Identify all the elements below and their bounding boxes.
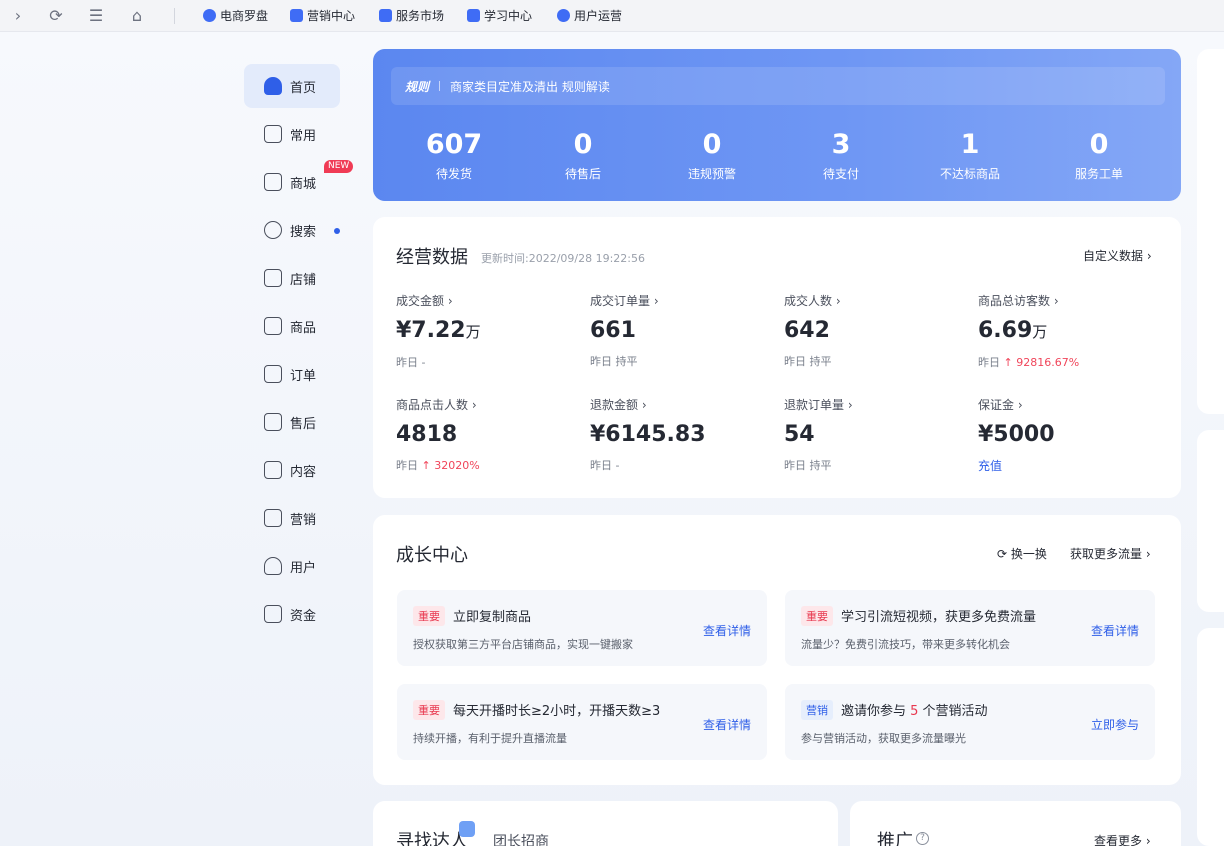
stat-pending-aftersale[interactable]: 0 待售后 xyxy=(518,127,648,182)
update-time: 更新时间:2022/09/28 19:22:56 xyxy=(481,252,646,265)
marketing-badge: 营销 xyxy=(801,700,833,720)
refresh-button[interactable]: ⟳ 换一换 xyxy=(997,545,1047,562)
stat-pending-shipment[interactable]: 607 待发货 xyxy=(389,127,519,182)
bag-icon xyxy=(264,317,282,335)
sidebar-item-order[interactable]: 订单 xyxy=(244,352,340,396)
promotion-card: 推广 ? 查看更多 › xyxy=(850,801,1181,846)
view-details-button[interactable]: 查看详情 xyxy=(703,716,751,733)
top-nav-bar: › ⟳ ☰ ⌂ 电商罗盘 营销中心 服务市场 学习中心 用户运营 xyxy=(0,0,1224,32)
tv-icon xyxy=(264,461,282,479)
card-title: 成长中心 xyxy=(396,545,468,566)
sidebar-item-users[interactable]: 用户 xyxy=(244,544,340,588)
task-card[interactable]: 重要 立即复制商品 授权获取第三方平台店铺商品，实现一键搬家 查看详情 xyxy=(397,590,767,666)
divider xyxy=(439,81,441,91)
sidebar-item-common[interactable]: 常用 xyxy=(244,112,340,156)
sparkle-icon xyxy=(459,821,475,837)
nav-link-marketing[interactable]: 营销中心 xyxy=(290,7,355,24)
metric-refund-orders[interactable]: 退款订单量 › 54 昨日 持平 xyxy=(784,396,964,473)
sidebar-item-funds[interactable]: 资金 xyxy=(244,592,340,636)
metric-buyers[interactable]: 成交人数 › 642 昨日 持平 xyxy=(784,292,964,369)
folder-icon xyxy=(264,125,282,143)
book-icon xyxy=(467,9,480,22)
help-icon[interactable]: ? xyxy=(916,832,929,845)
priority-badge: 重要 xyxy=(801,606,833,626)
metric-deposit[interactable]: 保证金 › ¥5000 充值 xyxy=(978,396,1158,474)
sidebar-item-content[interactable]: 内容 xyxy=(244,448,340,492)
chevron-right-icon[interactable]: › xyxy=(8,6,28,26)
sidebar-item-shop[interactable]: 店铺 xyxy=(244,256,340,300)
house-icon xyxy=(264,173,282,191)
talent-card: 寻找达人 团长招商 xyxy=(373,801,838,846)
notification-dot xyxy=(334,228,340,234)
sidebar-item-mall[interactable]: 商城 NEW xyxy=(244,160,354,204)
sidebar-item-home[interactable]: 首页 xyxy=(244,64,340,108)
nav-link-compass[interactable]: 电商罗盘 xyxy=(203,7,268,24)
view-details-button[interactable]: 查看详情 xyxy=(1091,622,1139,639)
stat-violation-warning[interactable]: 0 违规预警 xyxy=(647,127,777,182)
rule-notice[interactable]: 规则 商家类目定准及清出 规则解读 xyxy=(391,67,1165,105)
view-more-link[interactable]: 查看更多 › xyxy=(1094,832,1151,846)
wallet-icon xyxy=(264,605,282,623)
sidebar-item-marketing[interactable]: 营销 xyxy=(244,496,340,540)
stat-substandard-products[interactable]: 1 不达标商品 xyxy=(905,127,1035,182)
task-card[interactable]: 重要 学习引流短视频，获更多免费流量 流量少？免费引流技巧，带来更多转化机会 查… xyxy=(785,590,1155,666)
view-details-button[interactable]: 查看详情 xyxy=(703,622,751,639)
home-icon[interactable]: ⌂ xyxy=(127,6,147,26)
business-data-card: 经营数据 更新时间:2022/09/28 19:22:56 自定义数据 › 成交… xyxy=(373,217,1181,498)
stat-pending-payment[interactable]: 3 待支付 xyxy=(776,127,906,182)
store-icon xyxy=(379,9,392,22)
nav-link-learning[interactable]: 学习中心 xyxy=(467,7,532,24)
more-traffic-link[interactable]: 获取更多流量 › xyxy=(1070,545,1151,562)
new-badge: NEW xyxy=(324,160,354,173)
home-icon xyxy=(264,77,282,95)
person-icon xyxy=(264,557,282,575)
notice-tag: 规则 xyxy=(405,79,430,94)
growth-center-card: 成长中心 ⟳ 换一换 获取更多流量 › 重要 立即复制商品 授权获取第三方平台店… xyxy=(373,515,1181,785)
sidebar-item-search[interactable]: 搜索 xyxy=(244,208,340,252)
user-icon xyxy=(557,9,570,22)
compass-icon xyxy=(203,9,216,22)
metric-refund-amount[interactable]: 退款金额 › ¥6145.83 昨日 - xyxy=(590,396,770,473)
nav-link-user-ops[interactable]: 用户运营 xyxy=(557,7,622,24)
side-panel-card xyxy=(1197,49,1224,414)
metric-visitors[interactable]: 商品总访客数 › 6.69万 昨日 ↑ 92816.67% xyxy=(978,292,1158,370)
notice-text: 商家类目定准及清出 规则解读 xyxy=(450,79,610,94)
card-title: 推广 xyxy=(877,831,913,846)
stat-service-tickets[interactable]: 0 服务工单 xyxy=(1034,127,1164,182)
card-title: 寻找达人 xyxy=(396,831,468,846)
return-icon xyxy=(264,413,282,431)
metric-clicks[interactable]: 商品点击人数 › 4818 昨日 ↑ 32020% xyxy=(396,396,576,473)
overview-banner: 规则 商家类目定准及清出 规则解读 607 待发货 0 待售后 0 违规预警 3… xyxy=(373,49,1181,201)
sidebar: 首页 常用 商城 NEW 搜索 店铺 商品 订单 售后 内容 营销 用户 资金 xyxy=(244,64,354,640)
divider xyxy=(174,8,175,24)
priority-badge: 重要 xyxy=(413,606,445,626)
shop-icon xyxy=(264,269,282,287)
task-card[interactable]: 重要 每天开播时长≥2小时，开播天数≥3 持续开播，有利于提升直播流量 查看详情 xyxy=(397,684,767,760)
task-card[interactable]: 营销 邀请你参与 5 个营销活动 参与营销活动，获取更多流量曝光 立即参与 xyxy=(785,684,1155,760)
megaphone-icon xyxy=(264,509,282,527)
sidebar-item-product[interactable]: 商品 xyxy=(244,304,340,348)
search-list-icon[interactable]: ☰ xyxy=(86,6,106,26)
join-now-button[interactable]: 立即参与 xyxy=(1091,716,1139,733)
tab-group-leader[interactable]: 团长招商 xyxy=(493,831,549,846)
search-icon xyxy=(264,221,282,239)
sidebar-item-aftersale[interactable]: 售后 xyxy=(244,400,340,444)
side-panel-card xyxy=(1197,628,1224,846)
refresh-icon: ⟳ xyxy=(997,547,1008,561)
document-icon xyxy=(264,365,282,383)
card-title: 经营数据 xyxy=(396,247,468,268)
megaphone-icon xyxy=(290,9,303,22)
recharge-link[interactable]: 充值 xyxy=(978,459,1002,473)
metric-orders[interactable]: 成交订单量 › 661 昨日 持平 xyxy=(590,292,770,369)
metric-gmv[interactable]: 成交金额 › ¥7.22万 昨日 - xyxy=(396,292,576,370)
nav-link-service-market[interactable]: 服务市场 xyxy=(379,7,444,24)
refresh-icon[interactable]: ⟳ xyxy=(46,6,66,26)
priority-badge: 重要 xyxy=(413,700,445,720)
custom-data-link[interactable]: 自定义数据 › xyxy=(1083,247,1152,264)
side-panel-card xyxy=(1197,430,1224,612)
